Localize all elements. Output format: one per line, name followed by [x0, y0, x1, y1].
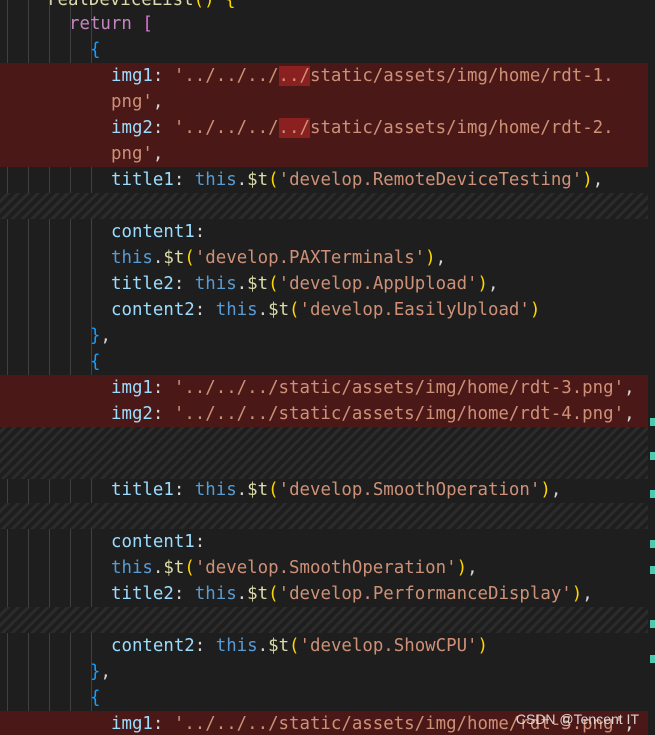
code-line[interactable]: content1: — [0, 219, 648, 245]
diff-removed-line[interactable]: png', — [0, 141, 648, 167]
keyword: return — [69, 14, 132, 34]
code-line[interactable]: this.$t('develop.SmoothOperation'), — [0, 555, 648, 581]
code-line[interactable]: content2: this.$t('develop.ShowCPU') — [0, 633, 648, 659]
removed-chars: ../ — [278, 118, 310, 138]
scrollbar-marker — [650, 540, 655, 548]
code-line[interactable]: return [ — [0, 11, 648, 37]
diff-removed-line[interactable]: img1: '../../../../static/assets/img/hom… — [0, 63, 648, 89]
diff-filler — [0, 427, 648, 479]
diff-removed-line[interactable]: png', — [0, 89, 648, 115]
code-editor[interactable]: realDeviceList() { return [ { img1: '../… — [0, 0, 655, 735]
diff-filler — [0, 607, 648, 633]
diff-filler — [0, 193, 648, 219]
code-line[interactable]: title1: this.$t('develop.SmoothOperation… — [0, 477, 648, 503]
method-name: realDeviceList — [47, 0, 194, 10]
scrollbar-marker — [650, 620, 655, 628]
code-line[interactable]: this.$t('develop.PAXTerminals'), — [0, 245, 648, 271]
scrollbar-marker — [650, 566, 655, 574]
vertical-scrollbar[interactable] — [648, 0, 655, 735]
diff-removed-line[interactable]: img2: '../../../static/assets/img/home/r… — [0, 401, 648, 427]
code-line[interactable]: }, — [0, 659, 648, 685]
code-line[interactable]: title1: this.$t('develop.RemoteDeviceTes… — [0, 167, 648, 193]
code-line[interactable]: content2: this.$t('develop.EasilyUpload'… — [0, 297, 648, 323]
diff-removed-line[interactable]: img2: '../../../../static/assets/img/hom… — [0, 115, 648, 141]
code-line[interactable]: { — [0, 685, 648, 711]
code-line[interactable]: { — [0, 349, 648, 375]
code-line[interactable]: { — [0, 37, 648, 63]
diff-removed-line[interactable]: img1: '../../../static/assets/img/home/r… — [0, 375, 648, 401]
code-line[interactable]: title2: this.$t('develop.PerformanceDisp… — [0, 581, 648, 607]
scrollbar-marker — [650, 418, 655, 426]
code-line[interactable]: title2: this.$t('develop.AppUpload'), — [0, 271, 648, 297]
scrollbar-marker — [650, 452, 655, 460]
code-line[interactable]: }, — [0, 323, 648, 349]
removed-chars: ../ — [278, 66, 310, 86]
scrollbar-marker — [650, 490, 655, 498]
code-line[interactable]: content1: — [0, 529, 648, 555]
watermark: CSDN @Tencent IT — [515, 711, 639, 727]
scrollbar-marker — [650, 655, 655, 663]
diff-filler — [0, 503, 648, 529]
